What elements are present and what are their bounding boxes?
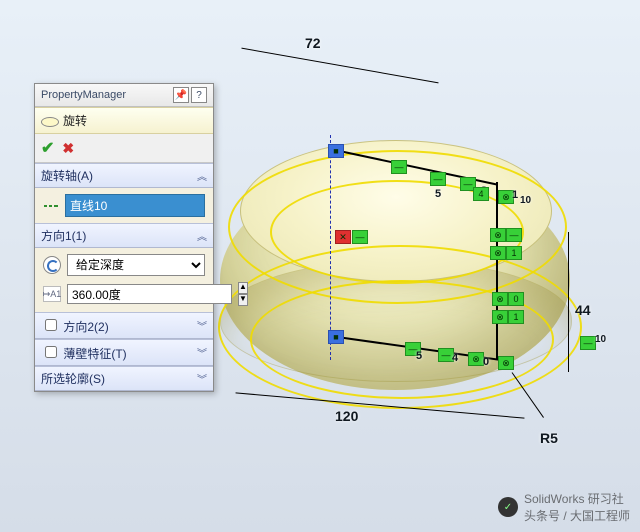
- chevron-down-icon: ︾: [197, 345, 207, 360]
- label-0b: 0: [483, 356, 489, 368]
- thin-feature-checkbox[interactable]: [45, 346, 57, 358]
- constraint-icon[interactable]: 4: [473, 187, 489, 201]
- sketch-line-right: [496, 182, 498, 360]
- watermark: ✓ SolidWorks 研习社 头条号 / 大国工程师: [498, 490, 630, 524]
- constraint-icon[interactable]: ⊗: [498, 356, 514, 370]
- constraint-icon[interactable]: ⊗: [490, 246, 506, 260]
- revolve-feature-icon: [41, 113, 57, 129]
- axis-section-title: 旋转轴(A): [41, 167, 93, 184]
- dimension-72[interactable]: 72: [305, 35, 321, 51]
- constraint-icon[interactable]: ⊗: [498, 190, 514, 204]
- axis-selection-field[interactable]: 直线10: [65, 194, 205, 217]
- label-5b: 5: [416, 350, 422, 362]
- constraint-icon[interactable]: —: [580, 336, 596, 350]
- ok-button[interactable]: ✔: [41, 138, 54, 158]
- panel-title-text: PropertyManager: [41, 89, 126, 101]
- end-condition-select[interactable]: 给定深度: [67, 254, 205, 276]
- angle-icon: ↦A1: [43, 286, 61, 302]
- dim-line-120: [236, 392, 525, 418]
- dimension-8[interactable]: 8: [480, 183, 488, 199]
- feature-name-label: 旋转: [63, 112, 87, 129]
- constraint-icon[interactable]: —: [438, 348, 454, 362]
- confirm-row: ✔ ✖: [35, 134, 213, 163]
- sketch-endpoint[interactable]: ■: [328, 330, 344, 344]
- property-manager-panel: PropertyManager 📌 ? 旋转 ✔ ✖ 旋转轴(A) ︽ 直线10: [34, 83, 214, 392]
- constraint-icon[interactable]: —: [352, 230, 368, 244]
- constraint-icon[interactable]: 0: [508, 292, 524, 306]
- constraint-icon[interactable]: —: [430, 172, 446, 186]
- sketch-line-top: [330, 148, 497, 185]
- construction-circle-outer: [228, 150, 567, 304]
- thin-feature-section-header[interactable]: 薄壁特征(T) ︾: [35, 339, 213, 366]
- dimension-r5[interactable]: R5: [540, 430, 558, 446]
- direction1-section-title: 方向1(1): [41, 227, 86, 244]
- chevron-down-icon: ︾: [197, 371, 207, 386]
- angle-input[interactable]: [67, 284, 232, 304]
- angle-spin-down[interactable]: ▼: [238, 294, 248, 306]
- revolve-preview: 72 8 44 120 R5 — — 5 — 4 ⊗ 1 10 ✕ — ⊗ — …: [180, 30, 620, 490]
- construction-circle-mid: [250, 280, 554, 399]
- panel-title-bar: PropertyManager 📌 ?: [35, 84, 213, 107]
- constraint-icon[interactable]: ⊗: [492, 310, 508, 324]
- thin-feature-title: 薄壁特征(T): [63, 347, 126, 361]
- sketch-endpoint[interactable]: ■: [328, 144, 344, 158]
- dim-line-r5: [512, 372, 544, 418]
- preview-body: [220, 170, 570, 390]
- viewport-3d[interactable]: 72 8 44 120 R5 — — 5 — 4 ⊗ 1 10 ✕ — ⊗ — …: [0, 0, 640, 532]
- label-10b: 10: [595, 334, 606, 345]
- watermark-line1: SolidWorks 研习社: [524, 490, 630, 507]
- constraint-icon[interactable]: —: [460, 177, 476, 191]
- label-4b: 4: [452, 352, 458, 364]
- help-icon[interactable]: ?: [191, 87, 207, 103]
- wechat-logo-icon: ✓: [498, 497, 518, 517]
- sketch-line-bottom: [330, 335, 511, 362]
- feature-header: 旋转: [35, 107, 213, 134]
- watermark-line2: 头条号 / 大国工程师: [524, 507, 630, 524]
- constraint-icon[interactable]: —: [506, 228, 522, 242]
- dim-line-44: [568, 232, 569, 372]
- dimension-44[interactable]: 44: [575, 302, 591, 318]
- constraint-icon[interactable]: —: [405, 342, 421, 356]
- constraint-icon[interactable]: ⊗: [492, 292, 508, 306]
- contours-title: 所选轮廓(S): [41, 370, 105, 387]
- angle-spin-up[interactable]: ▲: [238, 282, 248, 294]
- reverse-direction-icon[interactable]: [43, 256, 61, 274]
- label-10: 10: [520, 195, 531, 206]
- axis-section-header[interactable]: 旋转轴(A) ︽: [35, 163, 213, 188]
- axis-selection-icon: [43, 198, 59, 214]
- constraint-icon[interactable]: ⊗: [468, 352, 484, 366]
- chevron-up-icon: ︽: [197, 168, 207, 183]
- direction1-section-body: 给定深度 ↦A1 ▲ ▼: [35, 248, 213, 312]
- chevron-down-icon: ︾: [197, 318, 207, 333]
- constraint-icon[interactable]: ⊗: [490, 228, 506, 242]
- construction-circle-base: [218, 245, 582, 409]
- constraint-icon[interactable]: 1: [508, 310, 524, 324]
- dim-line-72: [241, 48, 438, 84]
- direction2-checkbox[interactable]: [45, 319, 57, 331]
- preview-top-face: [240, 140, 552, 282]
- constraint-icon[interactable]: —: [391, 160, 407, 174]
- direction2-title: 方向2(2): [63, 320, 108, 334]
- axis-section-body: 直线10: [35, 188, 213, 223]
- cancel-button[interactable]: ✖: [62, 140, 74, 157]
- preview-rim: [220, 260, 572, 382]
- constraint-icon[interactable]: 1: [506, 246, 522, 260]
- chevron-up-icon: ︽: [197, 228, 207, 243]
- dimension-120[interactable]: 120: [335, 408, 358, 424]
- construction-circle-inner: [270, 180, 524, 284]
- label-5: 5: [435, 188, 441, 200]
- sketch-centerline: [330, 135, 331, 360]
- origin-marker[interactable]: ✕: [335, 230, 351, 244]
- label-1: 1: [512, 189, 518, 201]
- direction2-section-header[interactable]: 方向2(2) ︾: [35, 312, 213, 339]
- direction1-section-header[interactable]: 方向1(1) ︽: [35, 223, 213, 248]
- contours-section-header[interactable]: 所选轮廓(S) ︾: [35, 366, 213, 391]
- pin-icon[interactable]: 📌: [173, 87, 189, 103]
